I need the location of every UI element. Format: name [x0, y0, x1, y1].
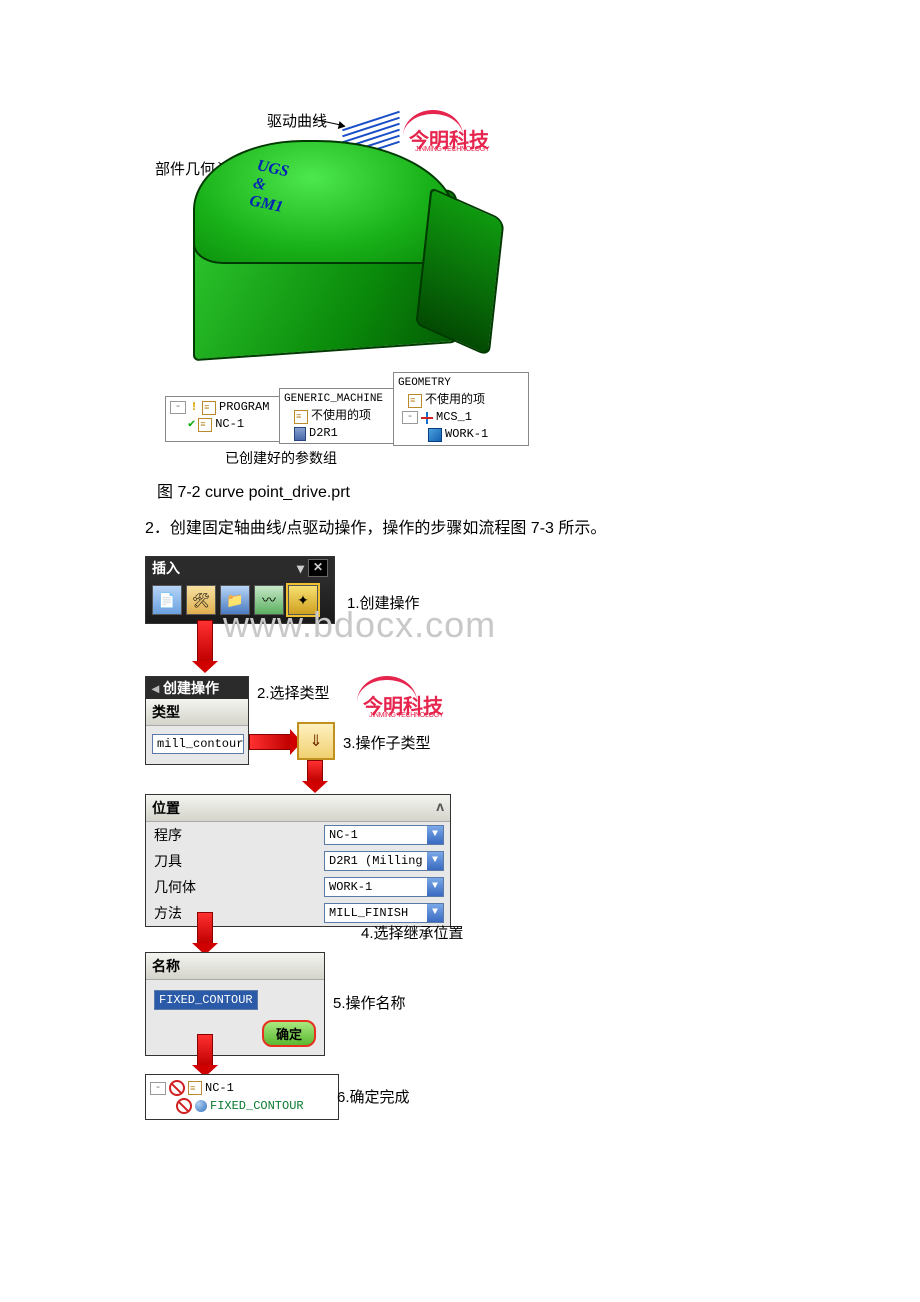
tool-label: 刀具 — [146, 851, 324, 871]
chevron-down-icon: ▼ — [427, 878, 443, 896]
folder-icon — [294, 410, 308, 424]
tree-program-box: -!PROGRAM ✔NC-1 — [165, 396, 283, 442]
tool-icon — [294, 427, 306, 441]
program-label: 程序 — [146, 825, 324, 845]
tree-fixed-contour: FIXED_CONTOUR — [210, 1097, 304, 1115]
folder-icon — [198, 418, 212, 432]
tree-geometry-box: GEOMETRY 不使用的项 -MCS_1 WORK-1 — [393, 372, 529, 446]
flow-arrow-4 — [197, 912, 213, 944]
step-3-label: 3.操作子类型 — [343, 732, 431, 753]
chevron-down-icon: ▼ — [427, 826, 443, 844]
flow-arrow-2 — [249, 734, 291, 750]
close-icon[interactable]: ✕ — [308, 559, 328, 577]
tree-nc1: NC-1 — [205, 1079, 234, 1097]
position-header: 位置 — [152, 798, 180, 818]
step-5-label: 5.操作名称 — [333, 992, 406, 1013]
create-operation-button[interactable]: ✦ — [288, 585, 318, 615]
figure-7-3-flow: www.bdocx.com 今明科技 JINMING TECHNOLOGY 插入… — [145, 556, 785, 1286]
step-2-label: 2.选择类型 — [257, 682, 330, 703]
flow-arrow-5 — [197, 1034, 213, 1066]
flow-arrow-3 — [307, 760, 323, 782]
operation-subtype-icon[interactable]: ⇓ — [297, 722, 335, 760]
type-section-header: 类型 — [146, 699, 248, 726]
position-panel: 位置ʌ 程序NC-1▼ 刀具D2R1 (Milling▼ 几何体WORK-1▼ … — [145, 794, 451, 927]
name-input[interactable]: FIXED_CONTOUR — [154, 990, 258, 1010]
workpiece-icon — [428, 428, 442, 442]
type-input[interactable]: mill_contour — [152, 734, 244, 754]
method-label: 方法 — [146, 903, 324, 923]
method-select[interactable]: MILL_FINISH▼ — [324, 903, 444, 923]
chevron-down-icon: ▼ — [427, 904, 443, 922]
toolbar-button-1[interactable]: 📄 — [152, 585, 182, 615]
mcs-icon — [421, 412, 433, 424]
insert-toolbar: 插入 ▾✕ 📄 🛠 📁 〰 ✦ — [145, 556, 335, 624]
figure-7-2: 驱动曲线 部件几何 今明科技 JINMING TECHNOLOGY UGS & … — [145, 100, 785, 470]
create-operation-panel: ◂创建操作 类型 mill_contour — [145, 676, 249, 765]
toolbar-button-3[interactable]: 📁 — [220, 585, 250, 615]
program-select[interactable]: NC-1▼ — [324, 825, 444, 845]
geometry-label: 几何体 — [146, 877, 324, 897]
create-operation-title: 创建操作 — [163, 677, 219, 699]
toolbar-button-2[interactable]: 🛠 — [186, 585, 216, 615]
step-4-label: 4.选择继承位置 — [361, 922, 464, 943]
toolbar-button-4[interactable]: 〰 — [254, 585, 284, 615]
prohibit-icon — [169, 1080, 185, 1096]
step-6-label: 6.确定完成 — [337, 1086, 410, 1107]
body-paragraph: 2．创建固定轴曲线/点驱动操作，操作的步骤如流程图 7-3 所示。 — [145, 514, 785, 538]
insert-title: 插入 — [152, 557, 180, 579]
flow-arrow-1 — [197, 620, 213, 662]
result-tree: -NC-1 FIXED_CONTOUR — [145, 1074, 339, 1120]
name-panel: 名称 FIXED_CONTOUR 确定 — [145, 952, 325, 1056]
figure-subcaption: 已创建好的参数组 — [225, 448, 337, 468]
folder-icon — [408, 394, 422, 408]
prohibit-icon — [176, 1098, 192, 1114]
folder-icon — [188, 1081, 202, 1095]
name-header: 名称 — [146, 953, 324, 980]
folder-icon — [202, 401, 216, 415]
tool-select[interactable]: D2R1 (Milling▼ — [324, 851, 444, 871]
tree-machine-box: GENERIC_MACHINE 不使用的项 D2R1 — [279, 388, 397, 444]
ok-button[interactable]: 确定 — [262, 1020, 316, 1047]
step-1-label: 1.创建操作 — [347, 592, 420, 613]
figure-caption: 图 7-2 curve point_drive.prt — [157, 478, 785, 502]
chevron-down-icon: ▼ — [427, 852, 443, 870]
mill-op-icon — [195, 1100, 207, 1112]
geometry-select[interactable]: WORK-1▼ — [324, 877, 444, 897]
